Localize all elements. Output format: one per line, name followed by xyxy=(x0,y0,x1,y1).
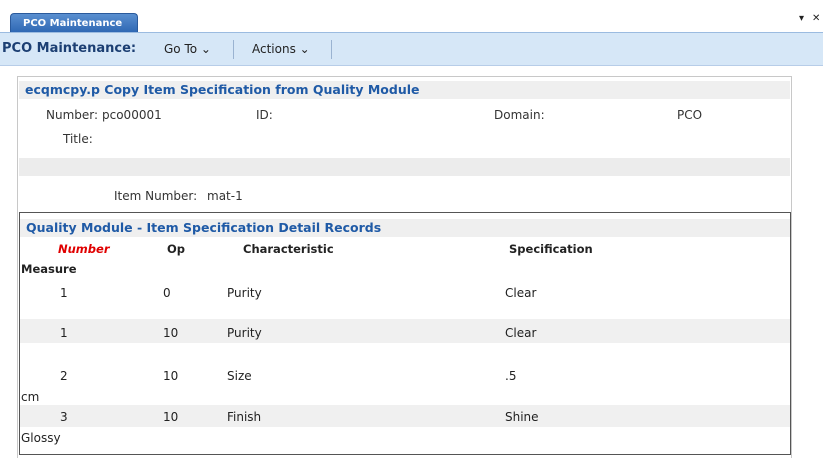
actions-menu[interactable]: Actions ⌄ xyxy=(252,42,310,56)
toolbar-divider xyxy=(331,40,332,59)
detail-header: Quality Module - Item Specification Deta… xyxy=(20,219,790,237)
form-header: ecqmcpy.p Copy Item Specification from Q… xyxy=(19,81,790,99)
row-characteristic: Finish xyxy=(227,410,262,424)
column-header-op: Op xyxy=(167,242,186,256)
domain-value: PCO xyxy=(677,108,703,122)
number-label: Number: xyxy=(46,108,99,122)
title-label: Title: xyxy=(63,132,93,146)
toolbar: PCO Maintenance: Go To ⌄ Actions ⌄ xyxy=(0,32,823,66)
goto-menu[interactable]: Go To ⌄ xyxy=(164,42,211,56)
tab-menu-icon[interactable]: ▾ xyxy=(799,13,804,24)
id-label: ID: xyxy=(256,108,273,122)
separator-bar xyxy=(19,158,790,176)
item-number-label: Item Number: xyxy=(114,189,198,203)
page-title: PCO Maintenance: xyxy=(2,41,137,56)
row-op: 10 xyxy=(163,326,179,340)
tab-strip: PCO Maintenance ▾ ✕ xyxy=(0,0,823,32)
row-measure: cm xyxy=(21,390,40,404)
row-specification: .5 xyxy=(505,369,517,383)
row-stripe xyxy=(20,405,790,427)
row-specification: Clear xyxy=(505,326,537,340)
column-header-number: Number xyxy=(58,242,110,256)
row-specification: Shine xyxy=(505,410,539,424)
tab-pco-maintenance[interactable]: PCO Maintenance xyxy=(10,13,138,32)
domain-label: Domain: xyxy=(494,108,545,122)
row-stripe xyxy=(20,319,790,343)
row-characteristic: Purity xyxy=(227,326,262,340)
row-number: 1 xyxy=(60,326,68,340)
column-header-specification: Specification xyxy=(509,242,593,256)
row-characteristic: Purity xyxy=(227,286,262,300)
row-op: 10 xyxy=(163,369,179,383)
row-op: 10 xyxy=(163,410,179,424)
item-number-value[interactable]: mat-1 xyxy=(207,189,243,203)
row-characteristic: Size xyxy=(227,369,252,383)
row-specification: Clear xyxy=(505,286,537,300)
row-number: 2 xyxy=(60,369,68,383)
row-number: 3 xyxy=(60,410,68,424)
column-header-measure: Measure xyxy=(21,262,77,276)
row-op: 0 xyxy=(163,286,171,300)
number-value[interactable]: pco00001 xyxy=(102,108,162,122)
close-icon[interactable]: ✕ xyxy=(812,13,820,24)
row-measure: Glossy xyxy=(21,431,61,445)
toolbar-divider xyxy=(233,40,234,59)
row-number: 1 xyxy=(60,286,68,300)
column-header-characteristic: Characteristic xyxy=(243,242,334,256)
